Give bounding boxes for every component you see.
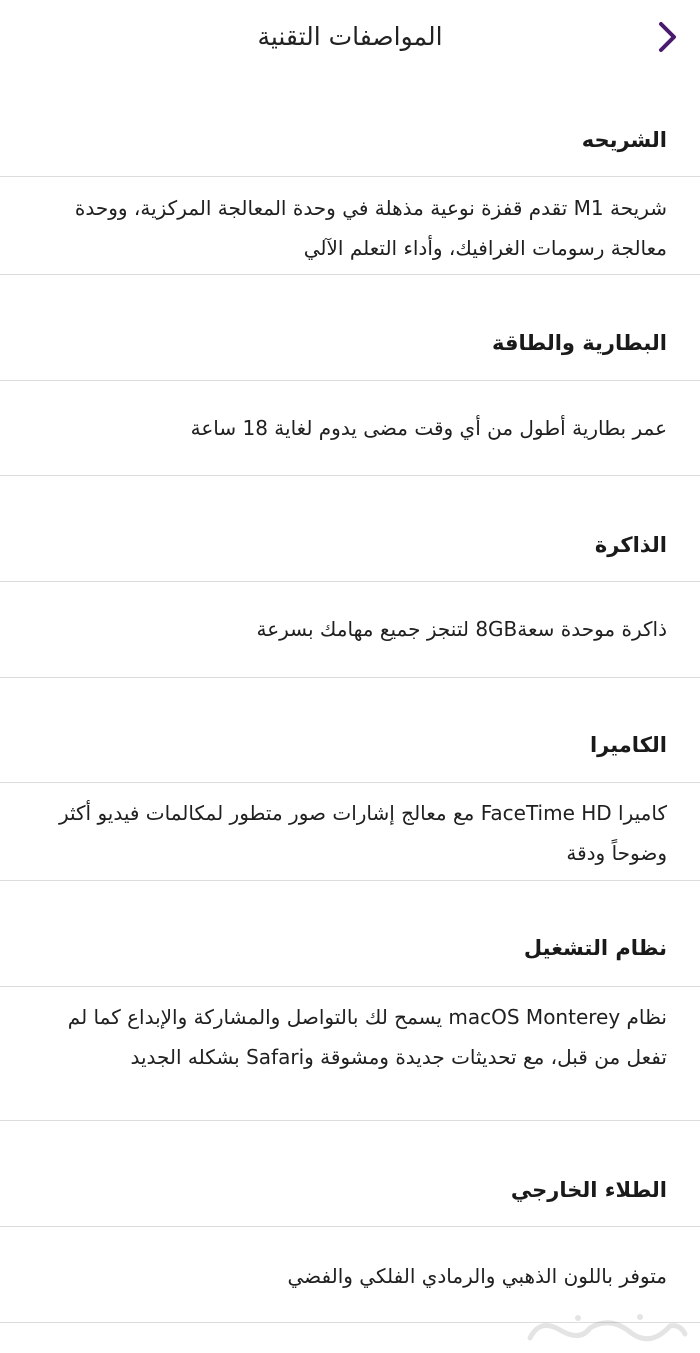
section-body-memory: ذاكرة موحدة سعة8GB لتنجز جميع مهامك بسرع… [256,617,667,641]
section-body-chip: شريحة M1 تقدم قفزة نوعية مذهلة في وحدة ا… [74,196,667,260]
section-heading-os: نظام التشغيل [523,936,667,960]
section-heading-chip: الشريحه [581,128,667,152]
section-heading-memory: الذاكرة [594,533,667,557]
section-heading-finish: الطلاء الخارجي [510,1178,667,1202]
divider [0,1226,700,1227]
section-heading-battery: البطارية والطاقة [492,331,667,355]
section-body-battery: عمر بطارية أطول من أي وقت مضى يدوم لغاية… [190,416,667,440]
divider [0,274,700,275]
divider [0,581,700,582]
divider [0,880,700,881]
divider [0,986,700,987]
section-heading-camera: الكاميرا [589,733,667,757]
section-body-finish: متوفر باللون الذهبي والرمادي الفلكي والف… [287,1264,667,1288]
top-bar: المواصفات التقنية [0,0,700,76]
divider [0,380,700,381]
divider [0,677,700,678]
divider [0,782,700,783]
haraj-logo-watermark [527,1314,688,1342]
section-body-camera: كاميرا FaceTime HD مع معالج إشارات صور م… [58,801,667,865]
divider [0,1120,700,1121]
divider [0,176,700,177]
chevron-right-icon [659,22,676,52]
page-title: المواصفات التقنية [257,22,443,51]
divider [0,475,700,476]
section-body-os: نظام macOS Monterey يسمح لك بالتواصل وال… [67,1005,667,1069]
back-button[interactable] [646,16,688,58]
